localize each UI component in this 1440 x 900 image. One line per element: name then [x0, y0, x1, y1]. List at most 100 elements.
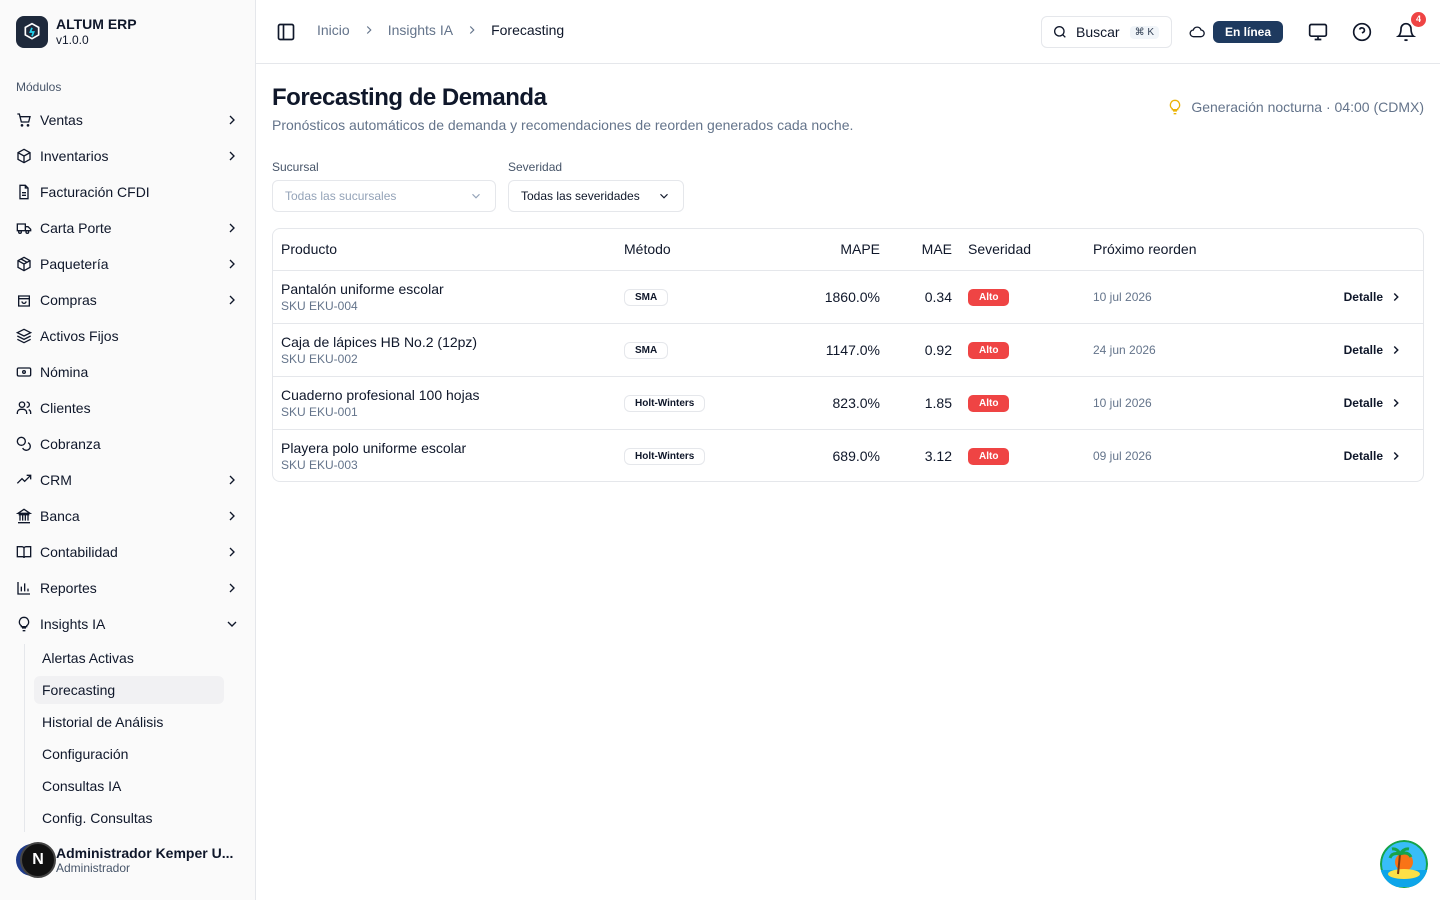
severity-badge: Alto [968, 395, 1010, 412]
sidebar-item-insights-ia[interactable]: Insights IA [8, 608, 248, 640]
sidebar-item-label: Clientes [40, 400, 91, 416]
users-icon [16, 401, 32, 414]
schedule-info: Generación nocturna · 04:00 (CDMX) [1167, 99, 1424, 115]
sidebar-item-label: Ventas [40, 112, 83, 128]
box-icon [17, 148, 31, 164]
sidebar-item-label: Carta Porte [40, 220, 112, 236]
detail-button[interactable]: Detalle [1273, 290, 1415, 304]
user-menu[interactable]: N Administrador Kemper U... Administrado… [16, 842, 246, 878]
sidebar: ALTUM ERP v1.0.0 Módulos Ventas Inventar… [0, 0, 256, 900]
subnav-item-config-consultas[interactable]: Config. Consultas [34, 804, 224, 832]
search-shortcut: ⌘ K [1129, 25, 1160, 39]
mape-value: 1147.0% [766, 323, 888, 377]
sidebar-item-compras[interactable]: Compras [8, 284, 248, 316]
branch-select[interactable]: Todas las sucursales [272, 180, 496, 212]
search-icon [1054, 26, 1066, 38]
subnav-item-configuracion[interactable]: Configuración [34, 740, 224, 768]
chevron-right-icon [229, 295, 235, 305]
book-icon [16, 546, 32, 559]
mape-value: 823.0% [766, 376, 888, 430]
reorder-date: 10 jul 2026 [1085, 270, 1265, 324]
chevron-right-icon [229, 475, 235, 485]
severity-badge: Alto [968, 342, 1010, 359]
chevron-right-icon [229, 511, 235, 521]
sidebar-item-label: Insights IA [40, 616, 106, 632]
landmark-icon [16, 508, 32, 524]
detail-button[interactable]: Detalle [1273, 449, 1415, 463]
detail-button[interactable]: Detalle [1273, 343, 1415, 357]
product-sku: SKU EKU-004 [281, 298, 358, 313]
layers-icon [16, 328, 32, 344]
help-icon[interactable] [1352, 22, 1372, 42]
app-version: v1.0.0 [56, 33, 89, 47]
severity-select-value: Todas las severidades [521, 189, 640, 203]
detail-button[interactable]: Detalle [1273, 396, 1415, 410]
mae-value: 1.85 [888, 376, 960, 430]
sidebar-item-banca[interactable]: Banca [8, 500, 248, 532]
cart-icon [17, 113, 31, 127]
table-row: Cuaderno profesional 100 hojas SKU EKU-00… [273, 376, 1423, 430]
chevron-right-icon [229, 223, 235, 233]
severity-filter-label: Severidad [508, 160, 563, 174]
breadcrumb: Inicio Insights IA Forecasting [317, 22, 564, 38]
severity-badge: Alto [968, 289, 1010, 306]
chevron-right-icon [229, 151, 235, 161]
shopping-bag-icon [18, 295, 30, 307]
schedule-text: Generación nocturna · 04:00 (CDMX) [1191, 99, 1424, 115]
sidebar-item-label: Inventarios [40, 148, 109, 164]
avatar: N [16, 842, 56, 878]
bar-chart-icon [17, 582, 30, 595]
method-badge: SMA [624, 342, 669, 359]
sidebar-item-contabilidad[interactable]: Contabilidad [8, 536, 248, 568]
sidebar-item-paqueteria[interactable]: Paquetería [8, 248, 248, 280]
subnav-item-consultas-ia[interactable]: Consultas IA [34, 772, 224, 800]
sidebar-item-activos-fijos[interactable]: Activos Fijos [8, 320, 248, 352]
breadcrumb-insights-ia[interactable]: Insights IA [388, 22, 453, 38]
mape-value: 689.0% [832, 447, 880, 464]
sidebar-item-cobranza[interactable]: Cobranza [8, 428, 248, 460]
product-name: Playera polo uniforme escolar [281, 439, 467, 456]
banknote-icon [16, 367, 32, 377]
sidebar-item-carta-porte[interactable]: Carta Porte [8, 212, 248, 244]
chevron-right-icon [1393, 345, 1399, 354]
status-badge: En línea [1213, 21, 1284, 43]
sidebar-item-nomina[interactable]: Nómina [8, 356, 248, 388]
monitor-icon[interactable] [1308, 22, 1328, 42]
column-header-producto: Producto [273, 229, 616, 271]
sidebar-item-reportes[interactable]: Reportes [8, 572, 248, 604]
severity-select[interactable]: Todas las severidades [508, 180, 684, 212]
table-row: Playera polo uniforme escolar SKU EKU-003… [273, 429, 1423, 481]
sidebar-item-clientes[interactable]: Clientes [8, 392, 248, 424]
sidebar-item-label: Contabilidad [40, 544, 118, 560]
search-button[interactable]: Buscar ⌘ K [1041, 16, 1172, 48]
avatar-initial: N [20, 842, 56, 878]
table-row: Caja de lápices HB No.2 (12pz) SKU EKU-00… [273, 323, 1423, 377]
chevron-down-icon [660, 193, 668, 199]
subnav-item-alertas-activas[interactable]: Alertas Activas [34, 644, 224, 672]
app-logo-icon [16, 16, 48, 48]
subnav-item-forecasting[interactable]: Forecasting [34, 676, 224, 704]
method-badge: Holt-Winters [624, 448, 706, 466]
column-header-mae: MAE [888, 229, 960, 271]
lightbulb-icon [1170, 99, 1181, 115]
sidebar-item-crm[interactable]: CRM [8, 464, 248, 496]
trending-up-icon [16, 474, 32, 484]
subnav-item-historial[interactable]: Historial de Análisis [34, 708, 224, 736]
breadcrumb-inicio[interactable]: Inicio [317, 22, 350, 38]
cloud-icon [1189, 26, 1205, 38]
product-name: Pantalón uniforme escolar [281, 280, 444, 297]
assistant-fab-button[interactable] [1380, 840, 1428, 888]
mape-value: 1860.0% [766, 270, 888, 324]
sidebar-toggle-icon[interactable] [276, 22, 296, 42]
package-icon [17, 256, 31, 272]
method-badge: SMA [624, 289, 669, 306]
product-name: Cuaderno profesional 100 hojas [281, 386, 480, 403]
table-row: Pantalón uniforme escolar SKU EKU-004 SMA… [273, 270, 1423, 324]
sidebar-item-label: Facturación CFDI [40, 184, 150, 200]
page-subtitle: Pronósticos automáticos de demanda y rec… [272, 117, 854, 133]
chevron-down-icon [472, 193, 480, 199]
brand[interactable]: ALTUM ERP v1.0.0 [16, 16, 137, 48]
sidebar-item-ventas[interactable]: Ventas [8, 104, 248, 136]
sidebar-item-inventarios[interactable]: Inventarios [8, 140, 248, 172]
sidebar-item-facturacion[interactable]: Facturación CFDI [8, 176, 248, 208]
